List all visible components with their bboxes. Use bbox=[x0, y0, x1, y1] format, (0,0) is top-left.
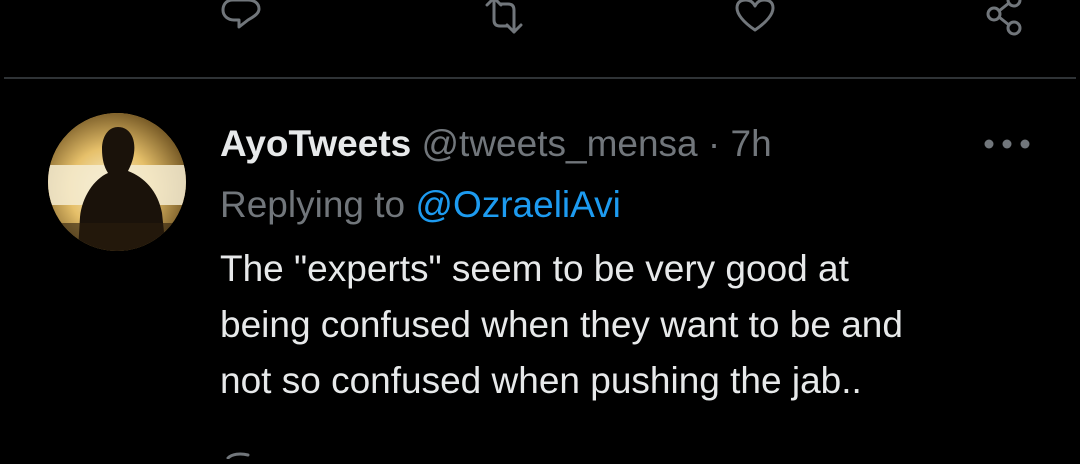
more-options-icon[interactable] bbox=[980, 124, 1034, 164]
replying-to-label: Replying to bbox=[220, 184, 406, 225]
tweet-divider bbox=[4, 77, 1076, 79]
display-name[interactable]: AyoTweets bbox=[220, 123, 411, 164]
replying-to-mention[interactable]: @OzraeliAvi bbox=[415, 184, 621, 225]
like-icon[interactable] bbox=[733, 0, 777, 38]
avatar[interactable] bbox=[48, 113, 186, 251]
replying-to: Replying to @OzraeliAvi bbox=[220, 181, 621, 229]
reply-icon[interactable] bbox=[219, 0, 263, 38]
tweet-text-line: being confused when they want to be and bbox=[220, 304, 903, 345]
reply-icon-partial[interactable] bbox=[218, 446, 262, 460]
share-icon[interactable] bbox=[984, 0, 1028, 38]
separator-dot: · bbox=[707, 123, 721, 164]
previous-tweet-action-bar bbox=[0, 0, 1080, 60]
tweet-text-line: not so confused when pushing the jab.. bbox=[220, 360, 862, 401]
tweet-timestamp[interactable]: 7h bbox=[731, 123, 772, 164]
tweet-text-line: The "experts" seem to be very good at bbox=[220, 248, 849, 289]
tweet-header: AyoTweets @tweets_mensa · 7h bbox=[220, 120, 772, 168]
user-handle[interactable]: @tweets_mensa bbox=[422, 123, 698, 164]
tweet-text: The "experts" seem to be very good at be… bbox=[220, 241, 1050, 409]
retweet-icon[interactable] bbox=[482, 0, 526, 38]
